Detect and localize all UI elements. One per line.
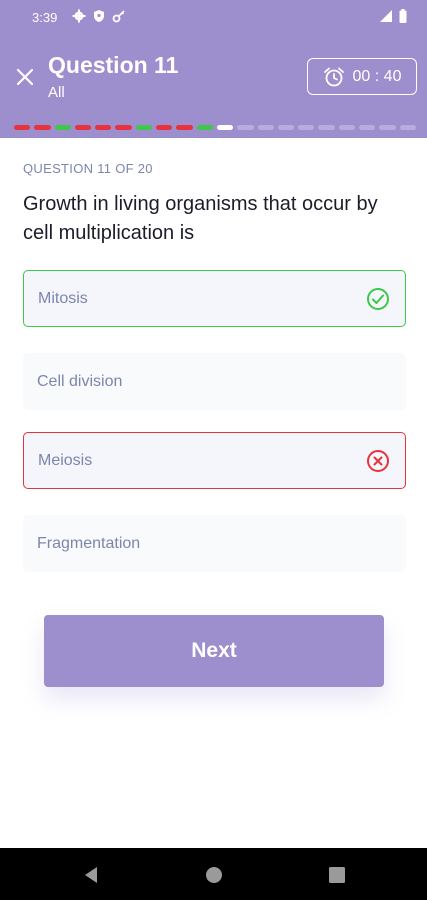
- shield-icon: [94, 10, 104, 22]
- option-label: Fragmentation: [37, 534, 141, 552]
- progress-segment: [237, 125, 254, 130]
- answer-option-4[interactable]: Fragmentation: [23, 515, 406, 572]
- next-button[interactable]: Next: [44, 615, 384, 687]
- close-icon: [16, 68, 34, 86]
- header: 3:39 Question 11 All 00 : 40: [0, 0, 427, 138]
- settings-gear-icon: [72, 9, 86, 23]
- option-label: Meiosis: [38, 451, 93, 469]
- progress-segment: [156, 125, 173, 130]
- status-icons-left: [72, 9, 126, 23]
- question-counter: QUESTION 11 OF 20: [23, 161, 153, 176]
- progress-segment: [14, 125, 31, 130]
- progress-segment: [298, 125, 315, 130]
- progress-segment: [277, 125, 295, 130]
- progress-segment: [34, 125, 51, 130]
- progress-segment: [257, 125, 274, 130]
- cross-circle-icon: [367, 449, 389, 472]
- question-text: Growth in living organisms that occur by…: [23, 193, 378, 244]
- check-circle-icon: [367, 287, 389, 310]
- progress-segment: [135, 125, 153, 130]
- home-icon[interactable]: [203, 864, 225, 886]
- progress-segment: [115, 125, 132, 130]
- battery-icon: [399, 9, 407, 23]
- progress-segment: [95, 125, 112, 130]
- countdown-timer: 00 : 40: [307, 58, 417, 95]
- category-subtitle: All: [48, 84, 65, 101]
- system-navigation-bar: [0, 848, 427, 900]
- progress-segment: [74, 125, 92, 130]
- page-title: Question 11: [48, 52, 179, 78]
- signal-icon: [380, 10, 392, 22]
- progress-segment: [176, 125, 193, 130]
- close-button[interactable]: [12, 64, 38, 90]
- question-progress-bar: [14, 125, 416, 130]
- progress-segment: [318, 125, 335, 130]
- progress-segment: [399, 125, 416, 130]
- back-icon[interactable]: [80, 864, 102, 886]
- option-label: Mitosis: [38, 289, 88, 307]
- progress-segment: [196, 125, 213, 130]
- answer-option-2[interactable]: Cell division: [23, 353, 406, 410]
- answer-option-1[interactable]: Mitosis: [23, 270, 406, 327]
- status-icons-right: [379, 9, 407, 23]
- progress-segment: [216, 125, 234, 130]
- status-time: 3:39: [32, 10, 58, 25]
- progress-segment: [379, 125, 396, 130]
- progress-segment: [338, 125, 356, 130]
- option-label: Cell division: [37, 372, 123, 390]
- answer-option-3[interactable]: Meiosis: [23, 432, 406, 489]
- progress-segment: [359, 125, 376, 130]
- timer-value: 00 : 40: [352, 67, 402, 85]
- alarm-clock-icon: [323, 67, 344, 86]
- status-bar: 3:39: [0, 0, 427, 34]
- key-icon: [112, 10, 125, 23]
- progress-segment: [54, 125, 71, 130]
- recents-icon[interactable]: [326, 864, 348, 886]
